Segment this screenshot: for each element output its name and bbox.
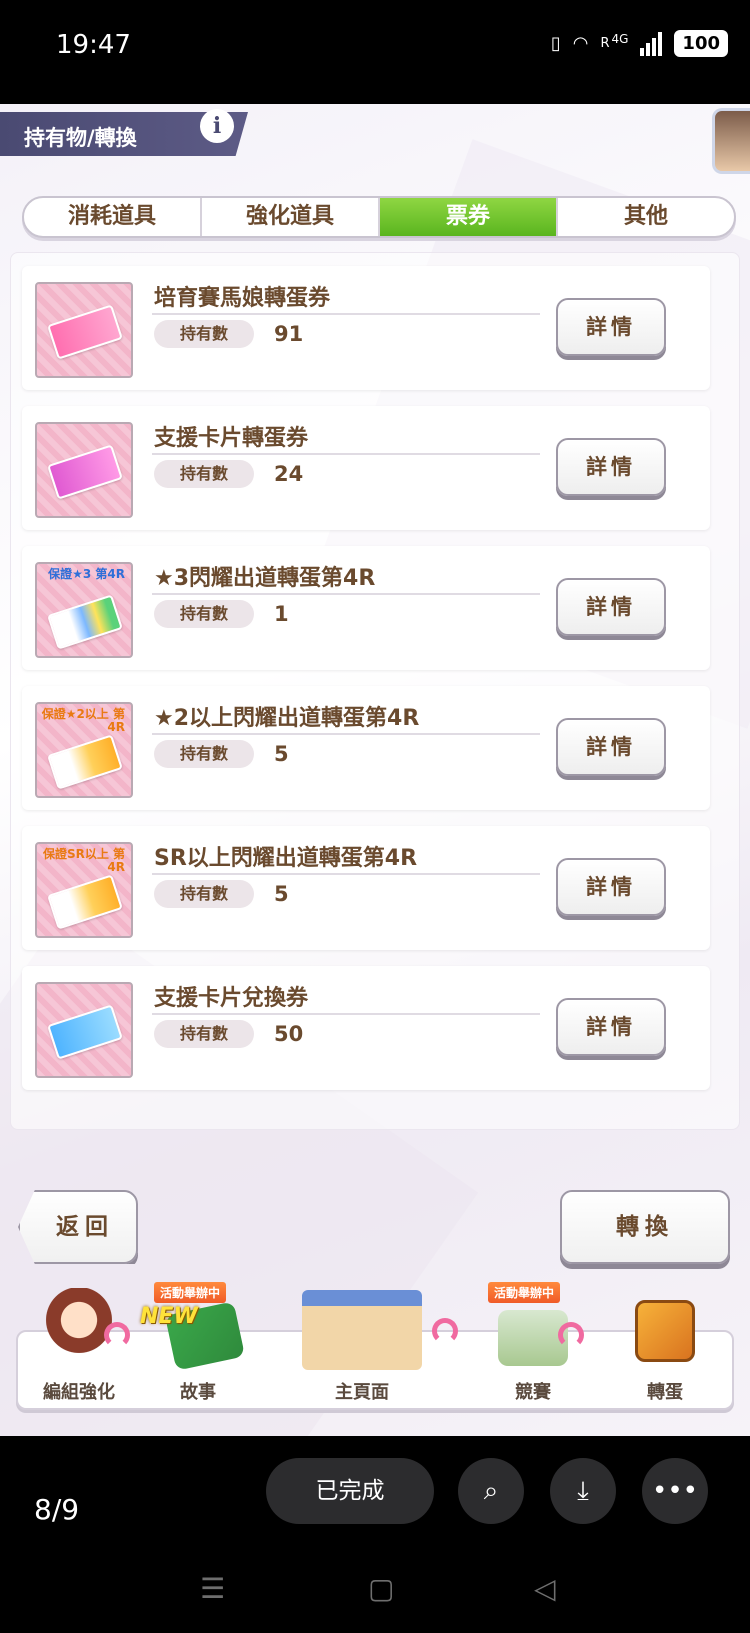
- tab-bar: 消耗道具 強化道具 票券 其他: [22, 196, 736, 238]
- quantity-value: 5: [274, 882, 289, 906]
- divider: [152, 873, 540, 875]
- character-portrait-icon: [44, 1288, 114, 1368]
- vibrate-icon: ▯: [550, 33, 561, 54]
- tab-enhancement[interactable]: 強化道具: [202, 198, 380, 236]
- list-item: 支援卡片轉蛋券 持有數 24 詳情: [22, 406, 710, 530]
- status-icons: ▯ ◠ R 4G 100: [551, 30, 728, 57]
- detail-button[interactable]: 詳情: [556, 298, 666, 356]
- guarantee-tag: 保證★3 第4R: [48, 567, 125, 581]
- tab-other[interactable]: 其他: [558, 198, 734, 236]
- list-item: 保證SR以上 第4R SR以上閃耀出道轉蛋第4R 持有數 5 詳情: [22, 826, 710, 950]
- avatar[interactable]: [712, 108, 750, 174]
- detail-button[interactable]: 詳情: [556, 718, 666, 776]
- item-name: 支援卡片轉蛋券: [154, 426, 309, 451]
- nav-label: 轉蛋: [647, 1382, 683, 1403]
- quantity-value: 5: [274, 742, 289, 766]
- detail-button[interactable]: 詳情: [556, 438, 666, 496]
- quantity-label: 持有數: [154, 320, 254, 348]
- pink-ticket-icon: [35, 282, 133, 378]
- gold-ticket-icon: 保證SR以上 第4R: [35, 842, 133, 938]
- item-name: 培育賽馬娘轉蛋券: [154, 286, 331, 311]
- info-button[interactable]: i: [200, 109, 234, 143]
- quantity-value: 91: [274, 322, 304, 346]
- detail-button[interactable]: 詳情: [556, 998, 666, 1056]
- list-item: 支援卡片兌換券 持有數 50 詳情: [22, 966, 710, 1090]
- item-name: ★3閃耀出道轉蛋第4R: [154, 566, 376, 591]
- item-name: 支援卡片兌換券: [154, 986, 309, 1011]
- quantity-label: 持有數: [154, 460, 254, 488]
- download-icon: ⤓: [577, 1476, 589, 1506]
- nav-label: 故事: [180, 1382, 216, 1403]
- event-badge: 活動舉辦中: [154, 1282, 227, 1303]
- item-name: ★2以上閃耀出道轉蛋第4R: [154, 706, 420, 731]
- detail-button[interactable]: 詳情: [556, 578, 666, 636]
- tab-consumables[interactable]: 消耗道具: [24, 198, 202, 236]
- game-screen: 持有物/轉換 i 消耗道具 強化道具 票券 其他 培育賽馬娘轉蛋券 持有數 91…: [0, 104, 750, 1436]
- clock: 19:47: [56, 30, 131, 60]
- horseshoe-icon: [558, 1322, 584, 1348]
- scan-search-button[interactable]: ⌕: [458, 1458, 524, 1524]
- nav-item-team-training[interactable]: 編組強化: [20, 1282, 138, 1410]
- divider: [152, 313, 540, 315]
- rainbow-ticket-icon: 保證★3 第4R: [35, 562, 133, 658]
- magenta-ticket-icon: [35, 422, 133, 518]
- horseshoe-icon: [104, 1322, 130, 1348]
- divider: [152, 733, 540, 735]
- new-tag: NEW: [140, 1304, 198, 1329]
- page-title: 持有物/轉換: [24, 126, 137, 150]
- home-nav-icon[interactable]: ▢: [368, 1572, 394, 1605]
- more-icon: •••: [651, 1476, 698, 1506]
- list-item: 保證★2以上 第4R ★2以上閃耀出道轉蛋第4R 持有數 5 詳情: [22, 686, 710, 810]
- page-counter: 8/9: [34, 1493, 80, 1526]
- nav-label: 競賽: [515, 1382, 551, 1403]
- detail-button[interactable]: 詳情: [556, 858, 666, 916]
- done-button[interactable]: 已完成: [266, 1458, 434, 1524]
- back-button[interactable]: 返回: [18, 1190, 138, 1264]
- tab-tickets[interactable]: 票券: [380, 198, 558, 236]
- download-button[interactable]: ⤓: [550, 1458, 616, 1524]
- menu-nav-icon[interactable]: ☰: [200, 1572, 225, 1605]
- more-button[interactable]: •••: [642, 1458, 708, 1524]
- scan-search-icon: ⌕: [483, 1476, 499, 1506]
- nav-item-gacha[interactable]: 轉蛋: [600, 1282, 730, 1410]
- gacha-icon: [635, 1300, 695, 1362]
- divider: [152, 1013, 540, 1015]
- quantity-value: 1: [274, 602, 289, 626]
- list-item: 培育賽馬娘轉蛋券 持有數 91 詳情: [22, 266, 710, 390]
- game-bottom-nav: 編組強化 活動舉辦中 NEW 故事 主頁面 活動舉辦中 競賽 轉蛋: [16, 1282, 734, 1422]
- divider: [152, 593, 540, 595]
- nav-item-story[interactable]: 活動舉辦中 NEW 故事: [140, 1282, 256, 1410]
- event-badge: 活動舉辦中: [488, 1282, 561, 1303]
- divider: [152, 453, 540, 455]
- quantity-label: 持有數: [154, 600, 254, 628]
- school-building-icon: [302, 1290, 422, 1370]
- nav-label: 主頁面: [335, 1382, 389, 1403]
- guarantee-tag: 保證★2以上 第4R: [41, 707, 125, 734]
- network-type: 4G: [611, 31, 629, 46]
- gold-ticket-icon: 保證★2以上 第4R: [35, 702, 133, 798]
- horseshoe-icon: [432, 1318, 458, 1344]
- blue-ticket-icon: [35, 982, 133, 1078]
- quantity-label: 持有數: [154, 740, 254, 768]
- roaming-label: R: [600, 36, 610, 51]
- guarantee-tag: 保證SR以上 第4R: [42, 847, 125, 874]
- list-item: 保證★3 第4R ★3閃耀出道轉蛋第4R 持有數 1 詳情: [22, 546, 710, 670]
- status-bar: 19:47 ▯ ◠ R 4G 100: [0, 0, 750, 104]
- nav-item-race[interactable]: 活動舉辦中 競賽: [474, 1282, 592, 1410]
- signal-icon: [640, 31, 663, 56]
- quantity-value: 50: [274, 1022, 304, 1046]
- quantity-label: 持有數: [154, 1020, 254, 1048]
- nav-item-home[interactable]: 主頁面: [262, 1282, 462, 1410]
- quantity-label: 持有數: [154, 880, 254, 908]
- item-name: SR以上閃耀出道轉蛋第4R: [154, 846, 418, 871]
- quantity-value: 24: [274, 462, 304, 486]
- back-nav-icon[interactable]: ◁: [534, 1572, 556, 1605]
- convert-button[interactable]: 轉換: [560, 1190, 730, 1264]
- battery-icon: 100: [674, 30, 728, 57]
- wifi-icon: ◠: [572, 33, 589, 54]
- nav-label: 編組強化: [43, 1382, 115, 1403]
